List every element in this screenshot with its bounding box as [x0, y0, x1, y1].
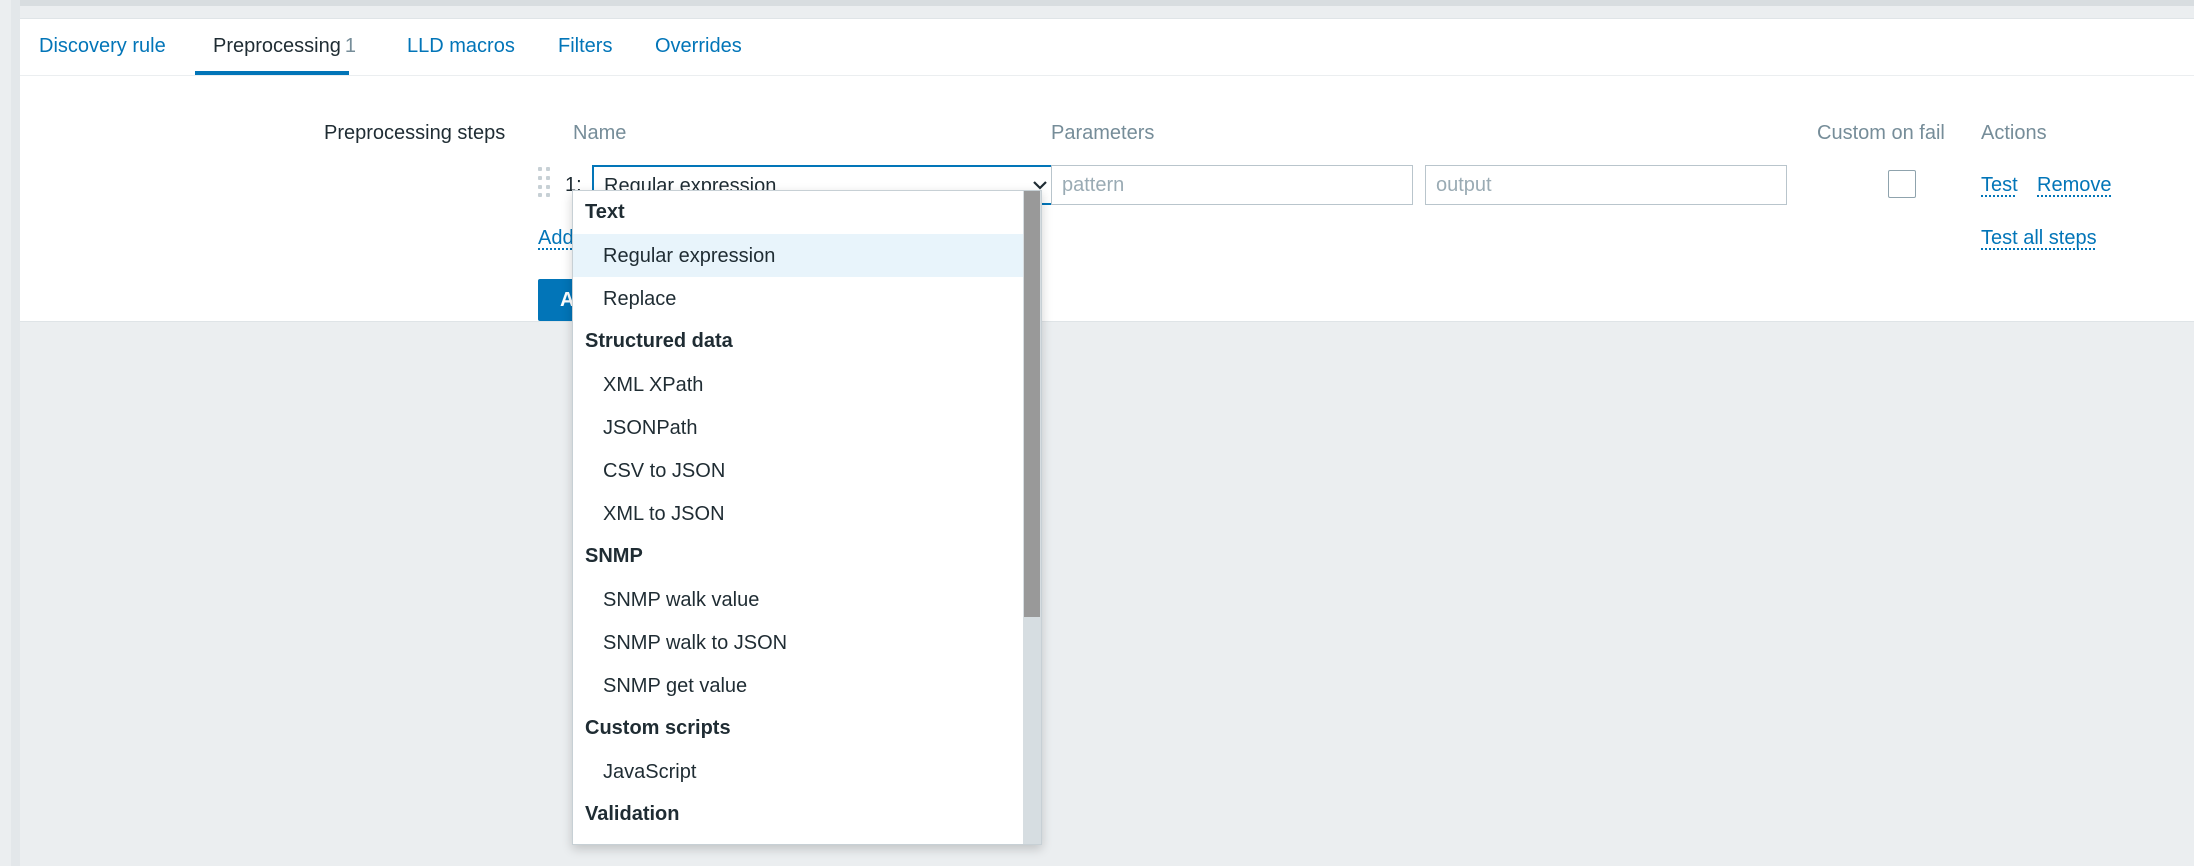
group-structured-data: Structured data: [585, 330, 733, 352]
tab-overrides[interactable]: Overrides: [655, 35, 742, 58]
tab-bar: Discovery rule Preprocessing 1 LLD macros…: [20, 19, 2194, 76]
option-xml-xpath[interactable]: XML XPath: [573, 363, 1023, 406]
option-csv-to-json[interactable]: CSV to JSON: [573, 449, 1023, 492]
custom-on-fail-checkbox[interactable]: [1888, 170, 1916, 198]
tab-preprocessing-count: 1: [344, 35, 356, 57]
tab-discovery-rule[interactable]: Discovery rule: [39, 35, 166, 58]
group-validation: Validation: [585, 803, 680, 825]
option-xml-to-json[interactable]: XML to JSON: [573, 492, 1023, 535]
tab-filters[interactable]: Filters: [558, 35, 612, 58]
tab-lld-macros[interactable]: LLD macros: [407, 35, 515, 58]
add-step-link[interactable]: Add: [538, 227, 574, 250]
option-javascript[interactable]: JavaScript: [573, 750, 1023, 793]
option-replace[interactable]: Replace: [573, 277, 1023, 320]
column-header-name: Name: [573, 122, 627, 144]
top-divider: [11, 0, 2194, 6]
option-snmp-get-value[interactable]: SNMP get value: [573, 664, 1023, 707]
column-header-actions: Actions: [1981, 122, 2047, 144]
test-step-link[interactable]: Test: [1981, 174, 2018, 197]
tab-preprocessing[interactable]: Preprocessing 1: [213, 35, 356, 58]
option-snmp-walk-to-json[interactable]: SNMP walk to JSON: [573, 621, 1023, 664]
output-input[interactable]: [1425, 165, 1787, 205]
left-rail: [11, 0, 20, 866]
active-tab-indicator: [195, 71, 349, 75]
dropdown-scrollbar-thumb[interactable]: [1024, 191, 1040, 617]
column-header-custom-on-fail: Custom on fail: [1817, 122, 1945, 144]
pattern-input[interactable]: [1051, 165, 1413, 205]
step-type-dropdown-list: Text Regular expression Replace Structur…: [572, 190, 1042, 845]
group-snmp: SNMP: [585, 545, 643, 567]
remove-step-link[interactable]: Remove: [2037, 174, 2111, 197]
tab-preprocessing-label: Preprocessing: [213, 35, 341, 57]
column-header-parameters: Parameters: [1051, 122, 1155, 144]
preprocessing-steps-label: Preprocessing steps: [324, 122, 506, 144]
option-snmp-walk-value[interactable]: SNMP walk value: [573, 578, 1023, 621]
option-jsonpath[interactable]: JSONPath: [573, 406, 1023, 449]
dropdown-scrollbar[interactable]: [1023, 191, 1041, 844]
group-custom-scripts: Custom scripts: [585, 717, 731, 739]
test-all-steps-link[interactable]: Test all steps: [1981, 227, 2097, 250]
drag-handle-icon[interactable]: [538, 167, 550, 199]
group-text: Text: [585, 201, 625, 223]
discovery-rule-form-panel: Discovery rule Preprocessing 1 LLD macros…: [20, 18, 2194, 322]
option-regular-expression[interactable]: Regular expression: [573, 234, 1023, 277]
